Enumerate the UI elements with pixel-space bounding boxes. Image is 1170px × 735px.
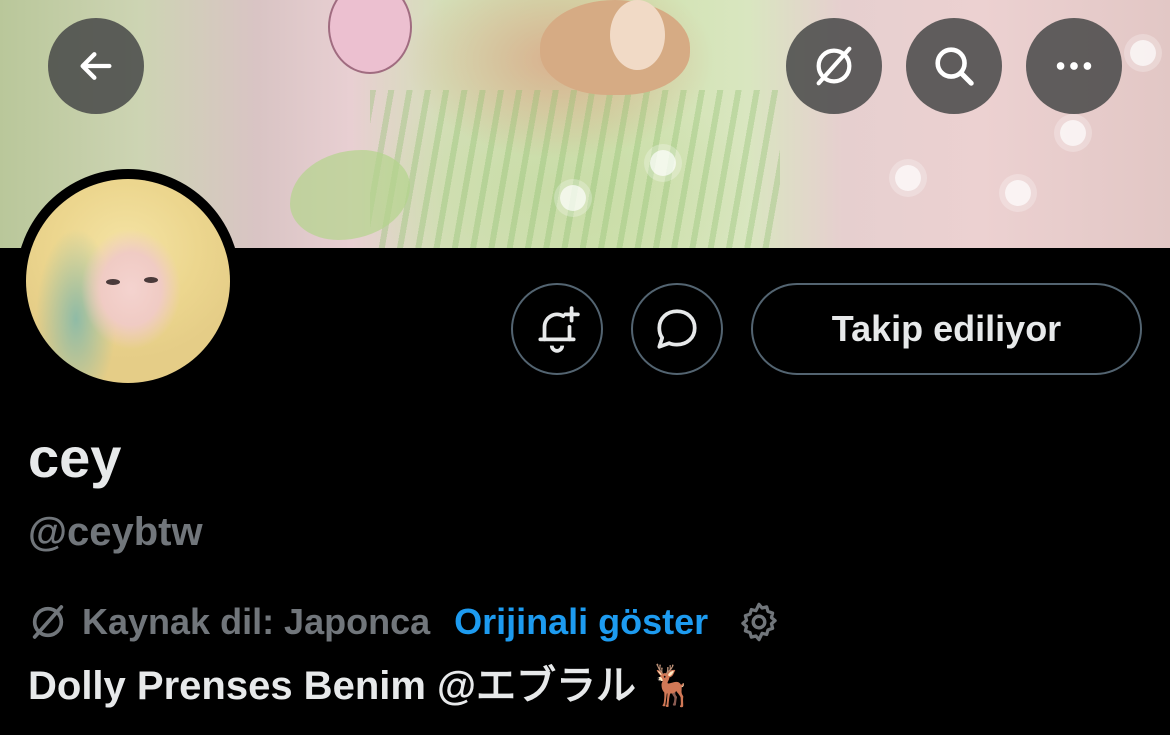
translate-globe-icon bbox=[816, 46, 852, 86]
notifications-button[interactable] bbox=[511, 283, 603, 375]
banner-flower-decoration bbox=[895, 165, 921, 191]
profile-page: Takip ediliyor cey @ceybtw Kaynak dil: J… bbox=[0, 0, 1170, 735]
back-button[interactable] bbox=[48, 18, 144, 114]
message-button[interactable] bbox=[631, 283, 723, 375]
banner-flower-decoration bbox=[1060, 120, 1086, 146]
more-horizontal-icon bbox=[1056, 62, 1092, 70]
avatar[interactable] bbox=[26, 179, 230, 383]
message-bubble-icon bbox=[657, 309, 697, 349]
banner-fawn-ear-decoration bbox=[610, 0, 665, 70]
bell-plus-icon bbox=[538, 306, 580, 353]
source-language-label: Kaynak dil: Japonca bbox=[82, 601, 431, 642]
arrow-left-icon bbox=[80, 52, 112, 80]
more-options-button[interactable] bbox=[1026, 18, 1122, 114]
avatar-border bbox=[16, 169, 240, 393]
following-button[interactable]: Takip ediliyor bbox=[751, 283, 1142, 375]
bio-translation-bar: Kaynak dil: Japonca Orijinali göster bbox=[28, 598, 782, 646]
banner-chick-decoration bbox=[328, 0, 412, 74]
gear-icon[interactable] bbox=[736, 599, 782, 645]
display-name: cey bbox=[28, 426, 122, 489]
search-button[interactable] bbox=[906, 18, 1002, 114]
search-icon bbox=[935, 47, 974, 86]
translate-button[interactable] bbox=[786, 18, 882, 114]
user-handle: @ceybtw bbox=[28, 510, 203, 554]
translate-globe-icon bbox=[28, 602, 68, 642]
banner-flower-decoration bbox=[1005, 180, 1031, 206]
avatar-eye-decoration bbox=[144, 277, 158, 283]
banner-flower-decoration bbox=[560, 185, 586, 211]
banner-flower-decoration bbox=[1130, 40, 1156, 66]
avatar-eye-decoration bbox=[106, 279, 120, 285]
profile-bio: Dolly Prenses Benim @エブラル 🦌 bbox=[28, 664, 697, 708]
show-original-link[interactable]: Orijinali göster bbox=[454, 601, 708, 643]
banner-flower-decoration bbox=[650, 150, 676, 176]
banner-grass-decoration bbox=[370, 90, 780, 248]
